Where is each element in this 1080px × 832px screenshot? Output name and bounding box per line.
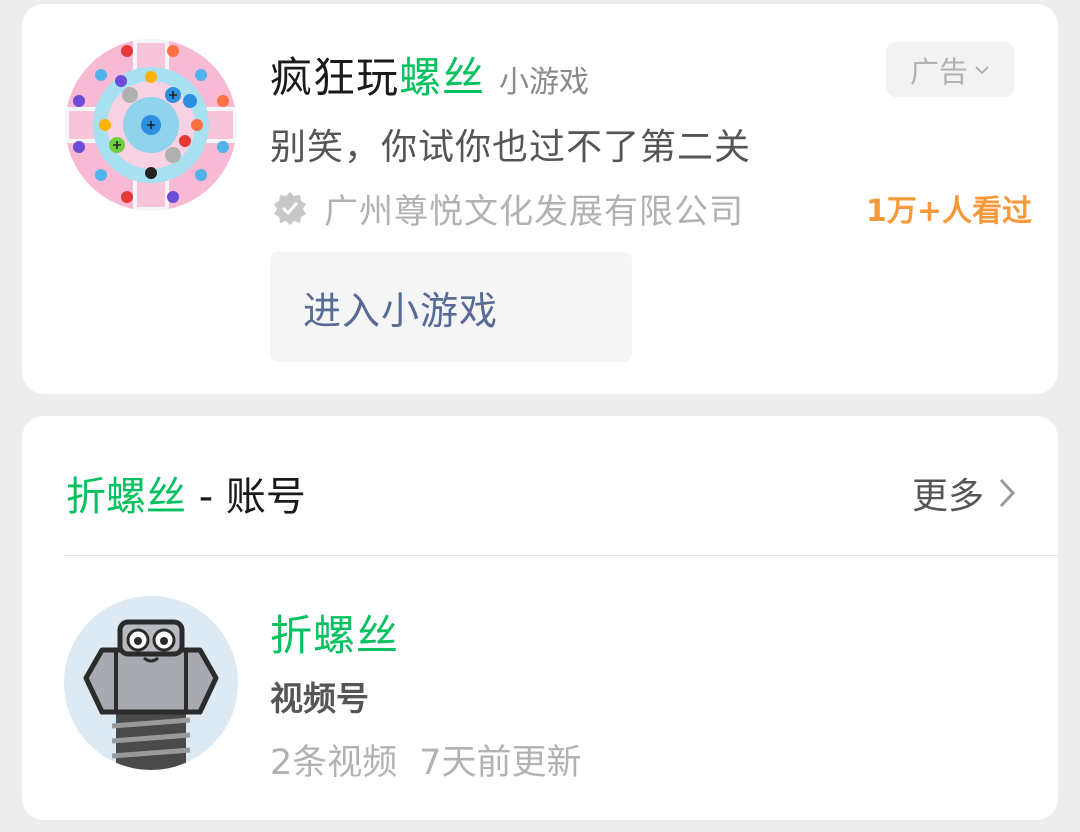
account-card: 折螺丝 - 账号 更多 折螺丝 视频号 2条视频 7天前更新 [22, 416, 1058, 820]
ad-card[interactable]: 疯狂玩螺丝 小游戏 广告 别笑，你试你也过不了第二关 广州尊悦文化发展有限公司 … [22, 4, 1058, 394]
section-title: 折螺丝 - 账号 [66, 464, 306, 522]
account-section-header: 折螺丝 - 账号 更多 [66, 460, 1016, 526]
account-name[interactable]: 折螺丝 [270, 602, 399, 663]
game-logo[interactable] [65, 39, 237, 211]
video-count: 2条视频 [270, 743, 398, 783]
ad-title[interactable]: 疯狂玩螺丝 [270, 44, 485, 105]
chevron-right-icon [998, 477, 1016, 509]
enter-mini-game-button[interactable]: 进入小游戏 [270, 252, 632, 362]
last-updated: 7天前更新 [419, 743, 582, 783]
divider [64, 555, 1058, 556]
ad-title-highlight: 螺丝 [399, 53, 486, 102]
account-stats: 2条视频 7天前更新 [270, 734, 582, 785]
section-title-suffix: - 账号 [186, 474, 306, 520]
mini-game-tag: 小游戏 [499, 65, 590, 100]
more-link[interactable]: 更多 [912, 467, 1016, 519]
ad-title-prefix: 疯狂玩 [270, 53, 400, 102]
account-type: 视频号 [270, 679, 369, 718]
ad-view-count: 1万+人看过 [865, 194, 1032, 229]
ad-description: 别笑，你试你也过不了第二关 [270, 127, 752, 168]
verified-check-icon [272, 190, 308, 226]
ad-company-name: 广州尊悦文化发展有限公司 [324, 191, 744, 232]
more-label: 更多 [911, 476, 984, 517]
ad-menu-button[interactable]: 广告 [886, 42, 1014, 97]
ad-badge-label: 广告 [909, 54, 968, 89]
section-title-highlight: 折螺丝 [66, 474, 186, 520]
ad-company-row: 广州尊悦文化发展有限公司 1万+人看过 [272, 184, 1032, 232]
chevron-down-icon [974, 64, 990, 76]
account-avatar[interactable] [64, 596, 238, 770]
ad-title-row[interactable]: 疯狂玩螺丝 小游戏 [270, 44, 589, 104]
